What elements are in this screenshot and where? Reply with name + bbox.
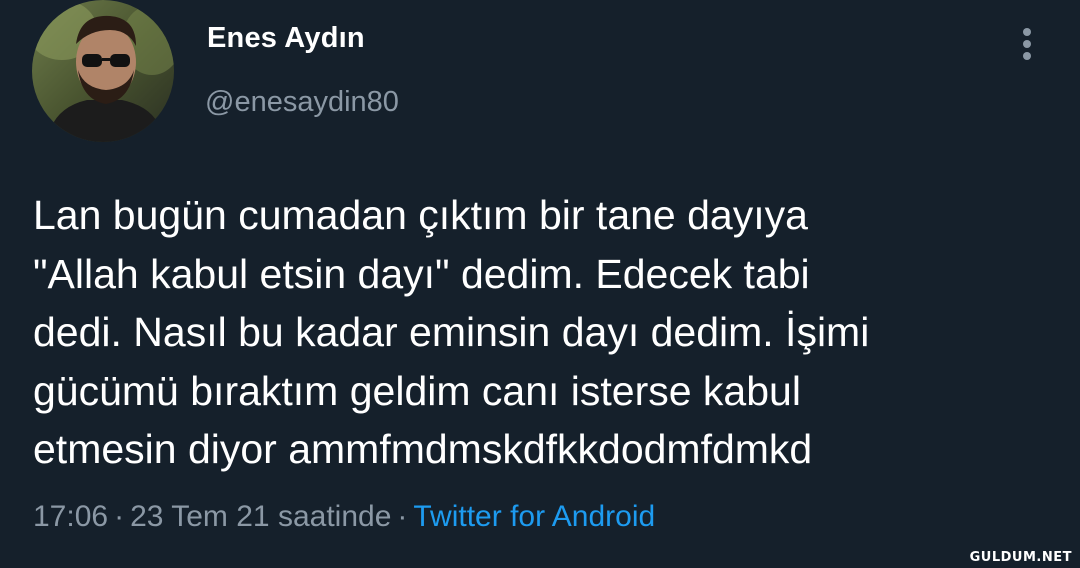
tweet-source-link[interactable]: Twitter for Android — [413, 500, 655, 533]
author-display-name[interactable]: Enes Aydın — [207, 22, 365, 55]
tweet-meta: 17:06 · 23 Tem 21 saatinde · Twitter for And… — [33, 500, 655, 534]
meta-separator: · — [114, 500, 125, 533]
tweet-time: 17:06 — [33, 500, 109, 533]
more-vertical-icon — [1023, 28, 1031, 36]
meta-separator: · — [397, 500, 408, 533]
watermark: GULDUM.NET — [969, 550, 1072, 565]
author-handle[interactable]: @enesaydin80 — [205, 86, 399, 119]
tweet-date: 23 Tem 21 saatinde — [130, 500, 392, 533]
avatar-image — [32, 0, 174, 142]
more-vertical-icon-dot — [1023, 52, 1031, 60]
more-vertical-icon-dot — [1023, 40, 1031, 48]
tweet-text: Lan bugün cumadan çıktım bir tane dayıya… — [33, 192, 870, 472]
tweet-card: Enes Aydın @enesaydin80 Lan bugün cumada… — [0, 0, 1080, 568]
more-options-button[interactable] — [1010, 22, 1044, 66]
avatar[interactable] — [32, 0, 174, 142]
